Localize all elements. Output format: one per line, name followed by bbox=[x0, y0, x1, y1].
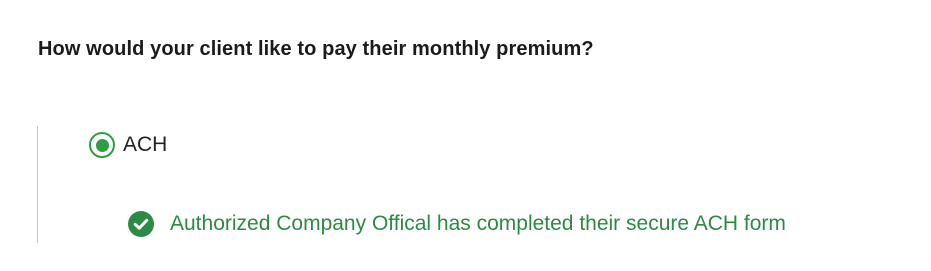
payment-option-group: ACH Authorized Company Offical has compl… bbox=[37, 126, 918, 243]
payment-question-heading: How would your client like to pay their … bbox=[38, 38, 594, 60]
ach-status-message: Authorized Company Offical has completed… bbox=[128, 211, 786, 237]
check-circle-icon bbox=[128, 211, 154, 237]
radio-option-ach[interactable]: ACH bbox=[89, 132, 167, 158]
radio-selected-icon[interactable] bbox=[89, 132, 115, 158]
radio-dot bbox=[95, 138, 109, 152]
ach-status-text: Authorized Company Offical has completed… bbox=[170, 212, 786, 235]
radio-option-ach-label: ACH bbox=[123, 133, 168, 156]
